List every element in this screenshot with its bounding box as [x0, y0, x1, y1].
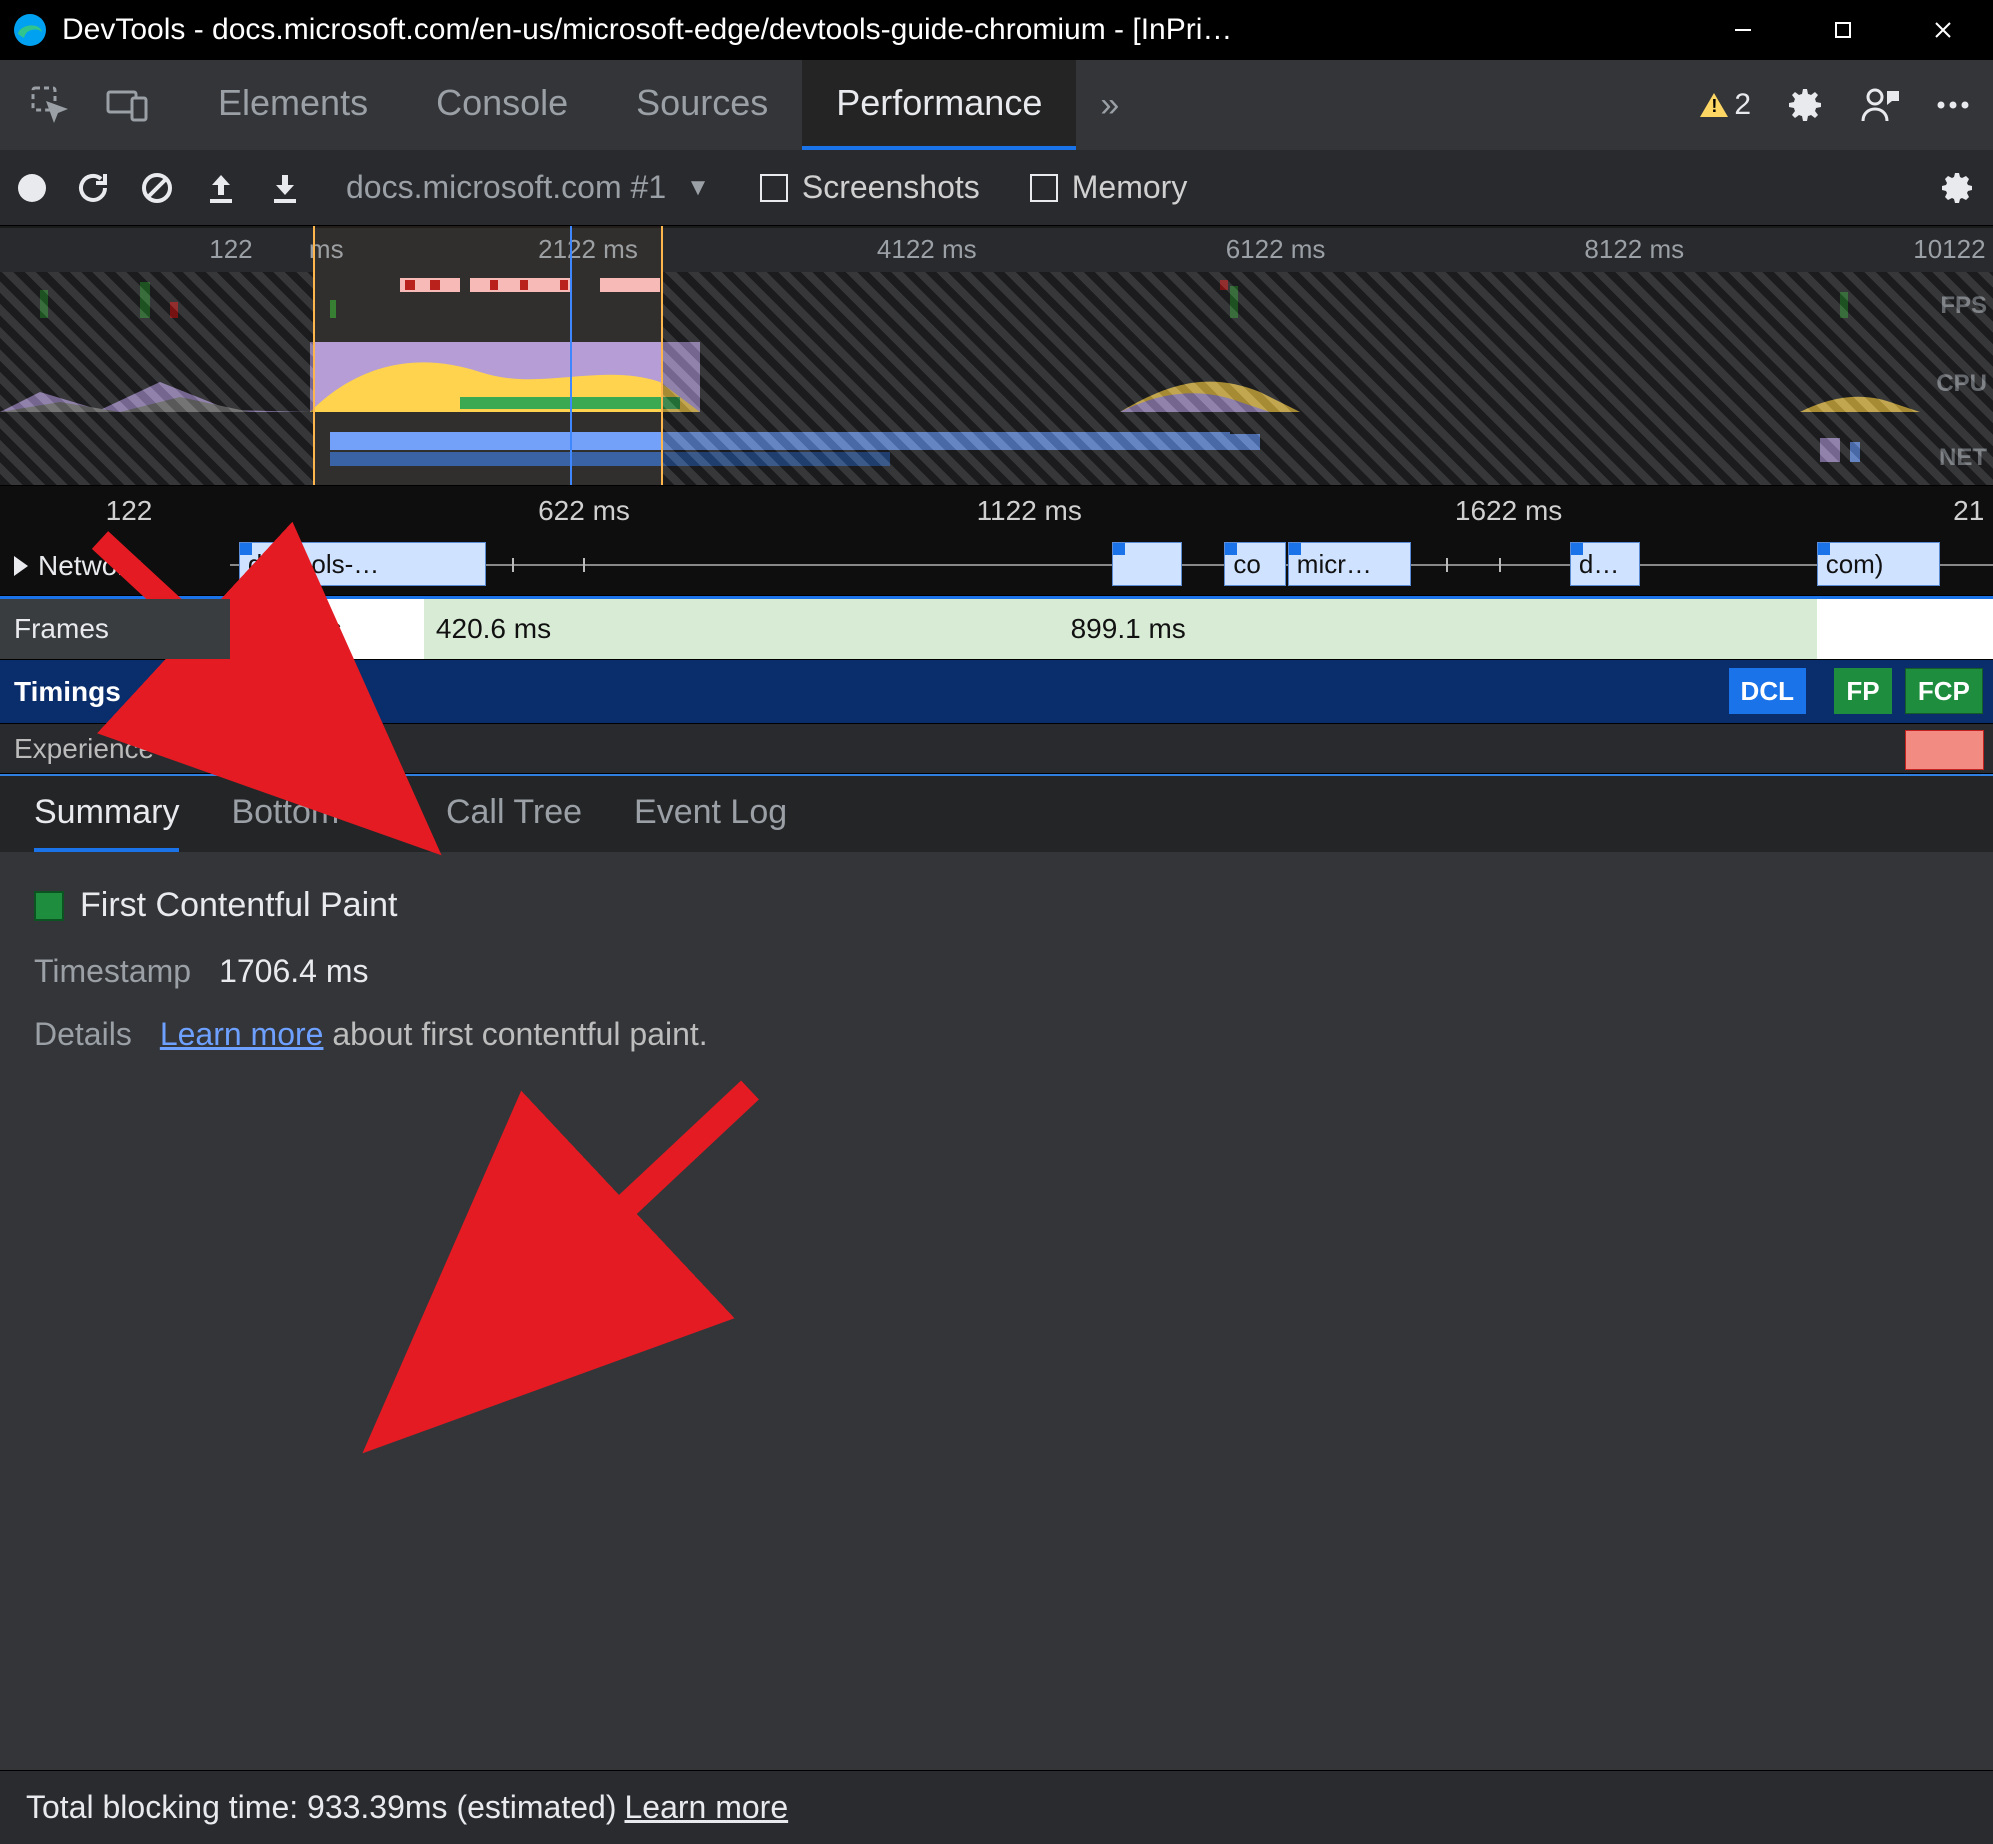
screenshots-checkbox[interactable]: Screenshots — [760, 169, 980, 206]
fcp-color-swatch — [34, 891, 64, 921]
settings-gear-icon[interactable] — [1785, 85, 1825, 125]
details-label: Details — [34, 1016, 132, 1053]
overview-dim-right — [663, 272, 1993, 485]
experience-row-label: Experience — [14, 733, 154, 765]
device-emulation-icon[interactable] — [106, 83, 150, 127]
timing-marker-fp[interactable]: FP — [1834, 668, 1891, 714]
details-rest: about first contentful paint. — [323, 1016, 707, 1052]
footer-learn-more-link[interactable]: Learn more — [624, 1789, 788, 1826]
detail-tick: 122 — [106, 495, 153, 527]
summary-panel: First Contentful Paint Timestamp 1706.4 … — [0, 852, 1993, 1770]
reload-button[interactable] — [76, 171, 110, 205]
network-request-block[interactable] — [1112, 542, 1183, 586]
tab-console[interactable]: Console — [402, 60, 602, 150]
capture-settings-gear-icon[interactable] — [1941, 171, 1975, 205]
experience-block[interactable] — [1905, 730, 1984, 770]
more-tabs-button[interactable]: » — [1076, 86, 1143, 125]
frame-segment[interactable]: 899.1 ms — [1059, 599, 1817, 659]
learn-more-link[interactable]: Learn more — [160, 1016, 324, 1052]
overview-tick: 4122 ms — [877, 234, 977, 265]
performance-toolbar: docs.microsoft.com #1 ▼ Screenshots Memo… — [0, 150, 1993, 226]
timings-row-label: Timings — [14, 676, 121, 708]
network-request-block[interactable]: micr… — [1288, 542, 1411, 586]
timing-marker-dcl[interactable]: DCL — [1729, 668, 1806, 714]
timings-row[interactable]: Timings DCL FP FCP — [0, 660, 1993, 724]
overview-tick: 6122 ms — [1226, 234, 1326, 265]
devtools-tabstrip: Elements Console Sources Performance » 2 — [0, 60, 1993, 150]
edge-app-icon — [12, 12, 48, 48]
window-title: DevTools - docs.microsoft.com/en-us/micr… — [62, 13, 1693, 47]
blocking-time-footer: Total blocking time: 933.39ms (estimated… — [0, 1770, 1993, 1844]
frames-row-label: Frames — [14, 613, 109, 645]
network-request-block[interactable]: d… — [1570, 542, 1641, 586]
timing-marker-fcp[interactable]: FCP — [1905, 668, 1983, 714]
network-request-block[interactable]: co — [1224, 542, 1286, 586]
detail-tick: 1122 ms — [977, 495, 1082, 527]
dropdown-arrow-icon: ▼ — [686, 174, 710, 202]
tab-call-tree[interactable]: Call Tree — [446, 776, 582, 852]
frame-segment[interactable]: 420.6 ms — [424, 599, 1059, 659]
record-button[interactable] — [18, 174, 46, 202]
timestamp-label: Timestamp — [34, 953, 191, 990]
overview-dim-left — [0, 272, 313, 485]
overview-cursor — [570, 226, 572, 485]
network-row[interactable]: Network devtools-… comicr… d… com) — [0, 536, 1993, 596]
save-profile-icon[interactable] — [268, 171, 302, 205]
detail-tick: 21 — [1953, 495, 1984, 527]
tab-sources[interactable]: Sources — [602, 60, 802, 150]
blocking-time-text: Total blocking time: 933.39ms (estimated… — [26, 1789, 616, 1826]
entry-title: First Contentful Paint — [80, 886, 397, 925]
recording-selector[interactable]: docs.microsoft.com #1 ▼ — [346, 169, 710, 206]
network-request-block[interactable]: devtools-… — [239, 542, 486, 586]
timestamp-value: 1706.4 ms — [219, 953, 368, 990]
window-maximize-button[interactable] — [1793, 0, 1893, 60]
load-profile-icon[interactable] — [204, 171, 238, 205]
expand-triangle-icon[interactable] — [14, 556, 28, 576]
overview-selection[interactable] — [313, 226, 663, 485]
inspect-element-icon[interactable] — [28, 83, 72, 127]
frame-segment[interactable] — [1817, 599, 1993, 659]
network-request-block[interactable]: com) — [1817, 542, 1940, 586]
overview-tick: 10122 — [1913, 234, 1985, 265]
clear-button[interactable] — [140, 171, 174, 205]
overview-tick: 122 — [209, 234, 252, 265]
more-menu-icon[interactable] — [1933, 85, 1973, 125]
detail-tick: 1622 ms — [1455, 495, 1562, 527]
network-row-label: Network — [38, 550, 141, 582]
overview-tick: 8122 ms — [1584, 234, 1684, 265]
tab-elements[interactable]: Elements — [184, 60, 402, 150]
overview-timeline[interactable]: 122ms2122 ms4122 ms6122 ms8122 ms10122 F… — [0, 226, 1993, 486]
tab-performance[interactable]: Performance — [802, 60, 1076, 150]
frame-segment[interactable]: 57.0 ms — [230, 599, 424, 659]
tab-bottom-up[interactable]: Bottom-Up — [231, 776, 394, 852]
detail-tick: 622 ms — [538, 495, 630, 527]
window-close-button[interactable] — [1893, 0, 1993, 60]
summary-tabstrip: Summary Bottom-Up Call Tree Event Log — [0, 774, 1993, 852]
feedback-icon[interactable] — [1859, 85, 1899, 125]
tab-event-log[interactable]: Event Log — [634, 776, 787, 852]
experience-row[interactable]: Experience — [0, 724, 1993, 774]
frames-row[interactable]: Frames 57.0 ms420.6 ms899.1 ms — [0, 596, 1993, 660]
warnings-badge[interactable]: 2 — [1700, 88, 1751, 122]
detail-ruler[interactable]: 122 622 ms 1122 ms 1622 ms 21 — [0, 486, 1993, 536]
window-titlebar: DevTools - docs.microsoft.com/en-us/micr… — [0, 0, 1993, 60]
window-minimize-button[interactable] — [1693, 0, 1793, 60]
tab-summary[interactable]: Summary — [34, 776, 179, 852]
memory-checkbox[interactable]: Memory — [1030, 169, 1188, 206]
